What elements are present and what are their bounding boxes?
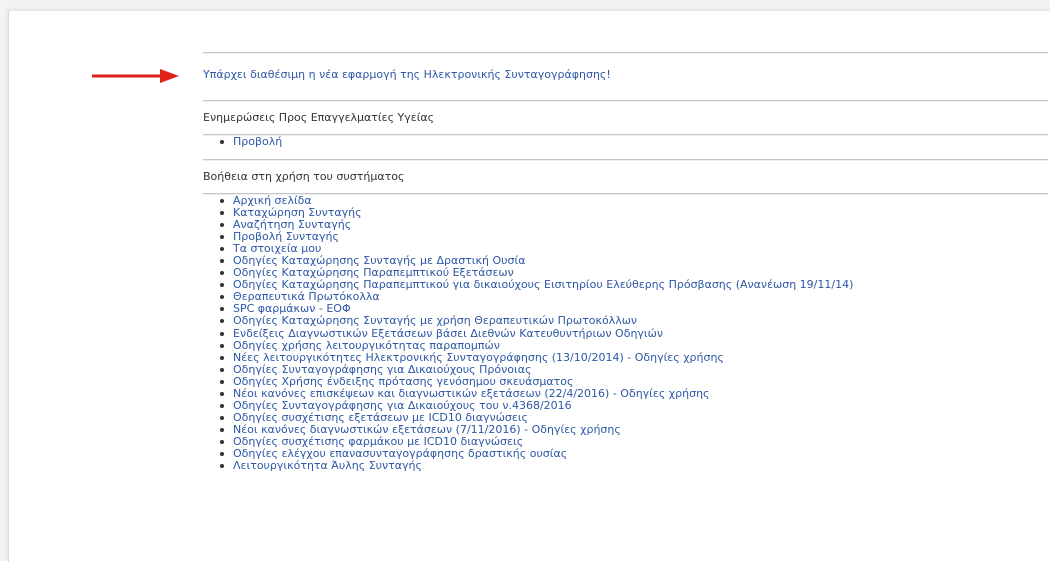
new-app-announcement[interactable]: Υπάρχει διαθέσιμη η νέα εφαρμογή της Ηλε… [203, 54, 1048, 100]
help-link[interactable]: Νέοι κανόνες επισκέψεων και διαγνωστικών… [220, 387, 1048, 400]
help-link[interactable]: Ενδείξεις Διαγνωστικών Εξετάσεων βάσει Δ… [220, 327, 1048, 340]
help-link[interactable]: Αναζήτηση Συνταγής [220, 219, 1048, 231]
main-content: Υπάρχει διαθέσιμη η νέα εφαρμογή της Ηλε… [203, 40, 1048, 472]
help-link[interactable]: Οδηγίες Συνταγογράφησης για Δικαιούχους … [220, 363, 1048, 376]
help-link[interactable]: Οδηγίες χρήσης λειτουργικότητας παραπομπ… [220, 339, 1048, 352]
help-link[interactable]: Θεραπευτικά Πρωτόκολλα [220, 291, 1048, 303]
help-link[interactable]: Καταχώρηση Συνταγής [220, 206, 1048, 219]
help-link[interactable]: Οδηγίες Καταχώρησης Συνταγής με χρήση Θε… [220, 315, 1048, 327]
help-links-list: Αρχική σελίδα Καταχώρηση Συνταγής Αναζήτ… [203, 194, 1048, 472]
help-link[interactable]: Λειτουργικότητα Άυλης Συνταγής [220, 459, 1048, 472]
help-link[interactable]: Νέες λειτουργικότητες Ηλεκτρονικής Συντα… [220, 351, 1048, 364]
list-item-view[interactable]: Προβολή [220, 135, 1048, 148]
help-link[interactable]: Οδηγίες Χρήσης ένδειξης πρότασης γενόσημ… [220, 375, 1048, 388]
help-section-title: Βοήθεια στη χρήση του συστήματος [203, 170, 405, 183]
updates-section-title: Ενημερώσεις Προς Επαγγελματίες Υγείας [203, 111, 435, 124]
announcement-link[interactable]: Υπάρχει διαθέσιμη η νέα εφαρμογή της Ηλε… [203, 68, 611, 81]
red-right-arrow-icon [92, 69, 179, 83]
updates-list: Προβολή [203, 135, 1048, 159]
help-link[interactable]: Προβολή Συνταγής [220, 231, 1048, 243]
